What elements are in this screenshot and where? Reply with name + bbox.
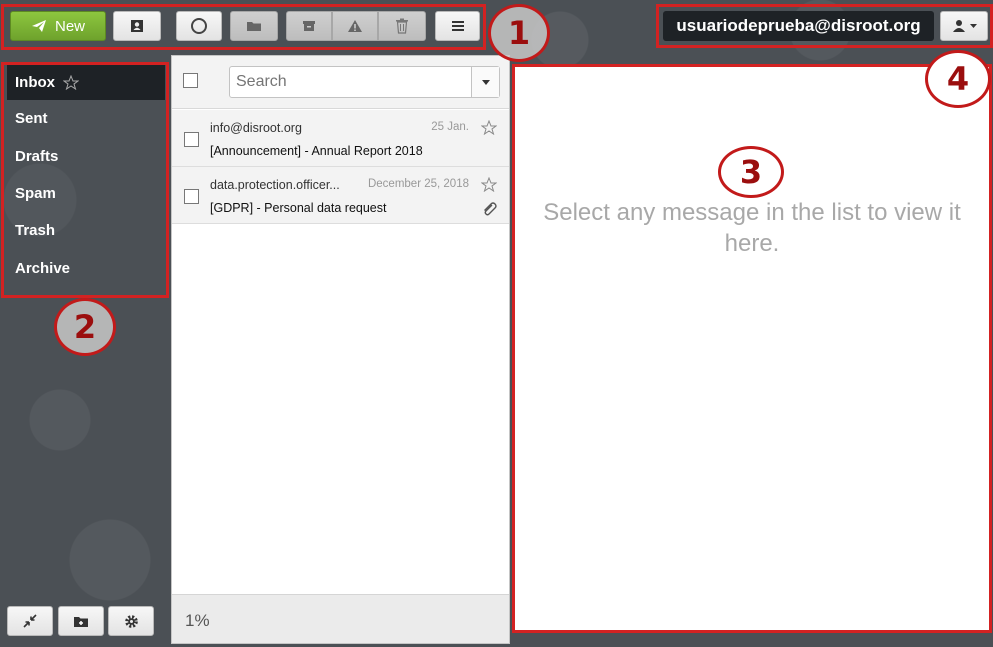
account-email-button[interactable]: usuariodeprueba@disroot.org (663, 11, 934, 41)
annotation-marker-1: 1 (488, 4, 550, 62)
folder-label: Archive (15, 259, 71, 277)
folder-drafts[interactable]: Drafts (7, 138, 165, 174)
star-outline-icon[interactable] (481, 120, 497, 135)
message-row[interactable]: info@disroot.org 25 Jan. [Announcement] … (172, 110, 509, 167)
folder-spam[interactable]: Spam (7, 175, 165, 211)
spam-button[interactable] (332, 11, 378, 41)
warning-icon (348, 20, 362, 32)
message-subject: [GDPR] - Personal data request (210, 201, 387, 215)
refresh-spinner-icon (191, 18, 207, 34)
archive-button[interactable] (286, 11, 332, 41)
search-input[interactable] (230, 67, 471, 97)
annotation-marker-4: 4 (925, 50, 991, 108)
compress-arrows-icon (23, 614, 37, 628)
folder-label: Inbox (15, 73, 55, 91)
account-email: usuariodeprueba@disroot.org (676, 16, 921, 35)
folder-label: Sent (15, 109, 48, 127)
more-menu-button[interactable] (435, 11, 480, 41)
archive-box-icon (303, 21, 315, 31)
quota-usage: 1% (185, 611, 210, 630)
collapse-sidebar-button[interactable] (7, 606, 53, 636)
message-date: December 25, 2018 (367, 178, 469, 190)
message-row[interactable]: data.protection.officer... December 25, … (172, 167, 509, 224)
caret-down-icon (969, 23, 977, 28)
contacts-button[interactable] (113, 11, 161, 41)
new-button-label: New (54, 17, 85, 35)
folder-inbox[interactable]: Inbox (7, 64, 165, 100)
folder-label: Spam (15, 184, 56, 202)
folder-archive[interactable]: Archive (7, 250, 165, 286)
folder-label: Trash (15, 221, 56, 239)
settings-button[interactable] (108, 606, 154, 636)
message-checkbox[interactable] (184, 132, 199, 147)
message-sender: info@disroot.org (210, 121, 302, 135)
folder-icon (247, 22, 261, 31)
paperclip-icon (484, 202, 497, 216)
folder-plus-icon (74, 616, 88, 627)
move-to-folder-button[interactable] (230, 11, 278, 41)
preview-empty-text: Select any message in the list to view i… (543, 199, 961, 257)
refresh-button[interactable] (176, 11, 222, 41)
folder-trash[interactable]: Trash (7, 212, 165, 248)
search-options-button[interactable] (471, 67, 499, 97)
search-box (229, 66, 500, 98)
message-subject: [Announcement] - Annual Report 2018 (210, 144, 423, 158)
gear-icon (124, 614, 138, 628)
caret-down-icon (481, 79, 490, 85)
user-icon (952, 20, 965, 32)
annotation-marker-3: 3 (718, 146, 784, 198)
message-sender: data.protection.officer... (210, 178, 340, 192)
message-checkbox[interactable] (184, 189, 199, 204)
star-outline-icon[interactable] (481, 177, 497, 192)
account-menu-button[interactable] (940, 11, 988, 41)
annotation-marker-2: 2 (54, 298, 116, 356)
hamburger-menu-icon (451, 21, 464, 31)
add-folder-button[interactable] (58, 606, 104, 636)
send-icon (31, 20, 46, 32)
trash-icon (396, 18, 408, 34)
message-list-footer: 1% (172, 594, 509, 643)
contacts-book-icon (131, 20, 143, 32)
folder-sent[interactable]: Sent (7, 100, 165, 136)
delete-button[interactable] (378, 11, 426, 41)
folder-label: Drafts (15, 147, 59, 165)
star-outline-icon[interactable] (63, 74, 79, 90)
new-message-button[interactable]: New (10, 11, 106, 41)
message-date: 25 Jan. (431, 121, 469, 133)
select-all-checkbox[interactable] (183, 73, 198, 88)
